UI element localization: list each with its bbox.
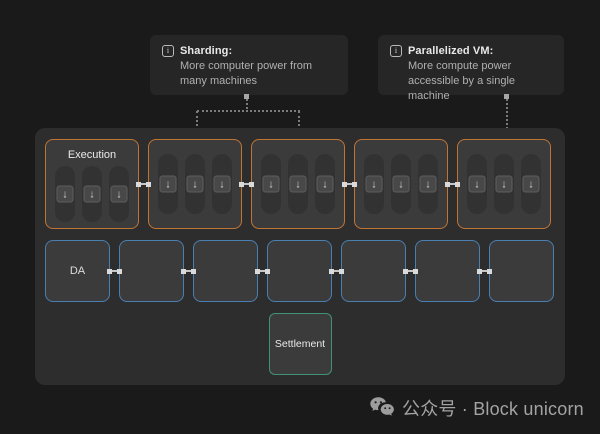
down-arrow-icon: ↓	[111, 186, 128, 203]
sharding-callout-line	[197, 110, 300, 112]
info-icon: i	[162, 45, 174, 57]
callout-dot	[244, 94, 249, 99]
connector	[182, 270, 195, 272]
tooltip-sharding-description: More computer power from many machines	[180, 59, 336, 89]
da-box	[267, 240, 332, 302]
execution-box: Execution ↓ ↓ ↓	[45, 139, 139, 229]
connector	[446, 183, 459, 185]
da-row: DA	[45, 240, 555, 302]
wechat-icon	[369, 396, 395, 420]
da-box	[341, 240, 406, 302]
diagram-canvas: i Sharding: More computer power from man…	[0, 0, 600, 434]
info-icon: i	[390, 45, 402, 57]
tooltip-parallelized-vm-description: More compute power accessible by a singl…	[408, 59, 552, 104]
execution-box: ↓ ↓ ↓	[457, 139, 551, 229]
shard-pill: ↓	[467, 154, 487, 214]
down-arrow-icon: ↓	[57, 186, 74, 203]
connector	[330, 270, 343, 272]
shard-pill: ↓	[288, 154, 308, 214]
settlement-box: Settlement	[269, 313, 332, 375]
down-arrow-icon: ↓	[469, 176, 486, 193]
shard-pill: ↓	[185, 154, 205, 214]
shard-pill: ↓	[364, 154, 384, 214]
shard-pill: ↓	[109, 166, 129, 222]
shard-pill: ↓	[261, 154, 281, 214]
shard-pills: ↓ ↓ ↓	[462, 154, 546, 214]
shard-pill: ↓	[315, 154, 335, 214]
tooltip-sharding: i Sharding: More computer power from man…	[150, 35, 348, 95]
shard-pill: ↓	[82, 166, 102, 222]
shard-pills: ↓ ↓ ↓	[256, 154, 340, 214]
shard-pills: ↓ ↓ ↓	[359, 154, 443, 214]
tooltip-parallelized-vm: i Parallelized VM: More compute power ac…	[378, 35, 564, 95]
execution-box: ↓ ↓ ↓	[354, 139, 448, 229]
watermark: 公众号 · Block unicorn	[369, 395, 584, 421]
down-arrow-icon: ↓	[187, 176, 204, 193]
connector	[404, 270, 417, 272]
down-arrow-icon: ↓	[366, 176, 383, 193]
connector	[343, 183, 356, 185]
shard-pills: ↓ ↓ ↓	[153, 154, 237, 214]
watermark-text: 公众号 · Block unicorn	[402, 395, 584, 421]
da-box	[415, 240, 480, 302]
shard-pills: ↓ ↓ ↓	[50, 166, 134, 222]
down-arrow-icon: ↓	[290, 176, 307, 193]
da-box	[193, 240, 258, 302]
connector	[478, 270, 491, 272]
da-box: DA	[45, 240, 110, 302]
execution-label: Execution	[50, 149, 134, 161]
execution-row: Execution ↓ ↓ ↓ ↓ ↓ ↓ ↓ ↓	[45, 139, 555, 229]
settlement-row: Settlement	[45, 313, 555, 375]
shard-pill: ↓	[158, 154, 178, 214]
shard-pill: ↓	[418, 154, 438, 214]
connector	[137, 183, 150, 185]
connector	[240, 183, 253, 185]
settlement-label: Settlement	[275, 338, 325, 350]
execution-box: ↓ ↓ ↓	[148, 139, 242, 229]
connector	[256, 270, 269, 272]
down-arrow-icon: ↓	[393, 176, 410, 193]
shard-pill: ↓	[212, 154, 232, 214]
down-arrow-icon: ↓	[84, 186, 101, 203]
down-arrow-icon: ↓	[523, 176, 540, 193]
shard-pill: ↓	[55, 166, 75, 222]
tooltip-sharding-title: Sharding:	[180, 45, 232, 57]
tooltip-parallelized-vm-header: i Parallelized VM:	[390, 45, 552, 57]
architecture-panel: Execution ↓ ↓ ↓ ↓ ↓ ↓ ↓ ↓	[35, 128, 565, 385]
shard-pill: ↓	[391, 154, 411, 214]
da-label: DA	[70, 265, 85, 277]
da-box	[119, 240, 184, 302]
shard-pill: ↓	[521, 154, 541, 214]
connector	[108, 270, 121, 272]
execution-box: ↓ ↓ ↓	[251, 139, 345, 229]
down-arrow-icon: ↓	[263, 176, 280, 193]
down-arrow-icon: ↓	[496, 176, 513, 193]
down-arrow-icon: ↓	[160, 176, 177, 193]
down-arrow-icon: ↓	[420, 176, 437, 193]
down-arrow-icon: ↓	[214, 176, 231, 193]
tooltip-parallelized-vm-title: Parallelized VM:	[408, 45, 493, 57]
callout-dot	[504, 94, 509, 99]
tooltip-sharding-header: i Sharding:	[162, 45, 336, 57]
shard-pill: ↓	[494, 154, 514, 214]
down-arrow-icon: ↓	[317, 176, 334, 193]
da-box	[489, 240, 554, 302]
